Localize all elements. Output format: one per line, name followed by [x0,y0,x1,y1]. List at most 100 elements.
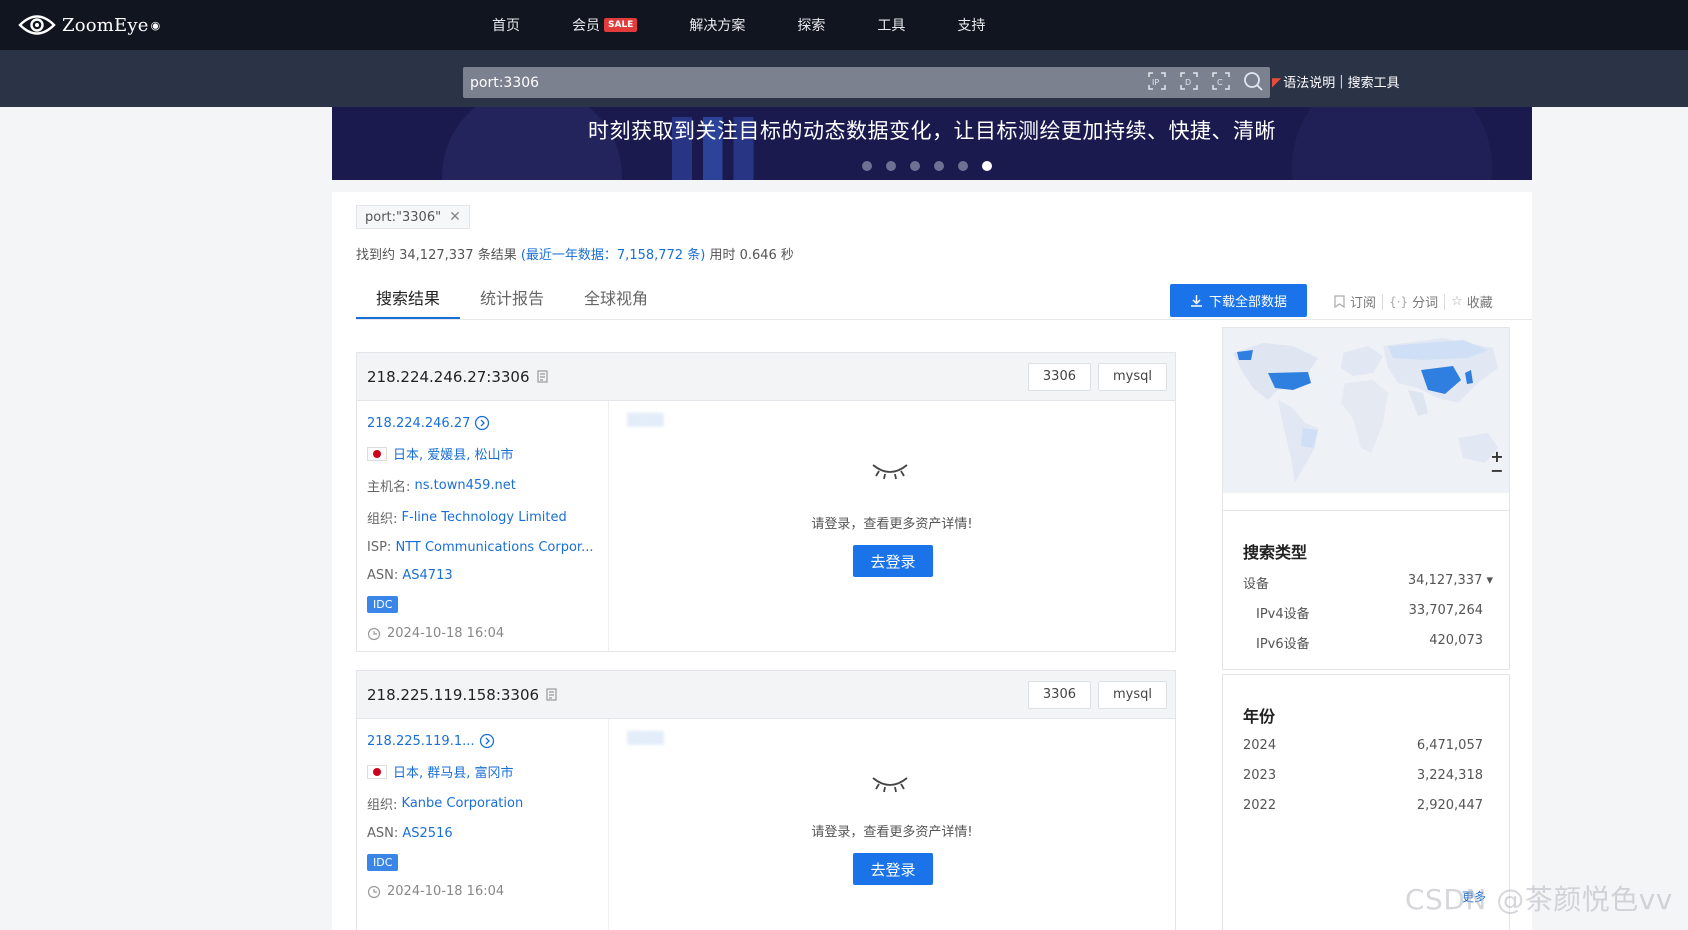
year-value: 6,471,057 [1416,738,1483,753]
search-icon[interactable] [1242,70,1264,92]
clock-icon [367,885,381,898]
sale-badge: SALE [604,18,638,32]
download-label: 下载全部数据 [1208,295,1287,310]
svg-text:C: C [1217,78,1223,87]
login-prompt: 请登录，查看更多资产详情! [811,517,973,532]
stat-row-device[interactable]: 设备 34,127,337 ▾ [1243,573,1493,592]
syntax-link[interactable]: 语法说明 [1283,72,1335,91]
search-tools-link[interactable]: 搜索工具 [1348,72,1400,91]
closed-eye-icon [872,777,908,793]
search-box: IP D C [463,67,1270,98]
nav-item-tools[interactable]: 工具 [877,15,905,35]
cert-search-icon[interactable]: C [1210,70,1232,92]
stat-label: 设备 [1243,577,1270,592]
service-tag[interactable]: mysql [1098,363,1167,391]
stat-row-ipv4[interactable]: IPv4设备 33,707,264 [1256,603,1483,622]
nav-item-explore[interactable]: 探索 [797,15,825,35]
carousel-dot[interactable] [910,161,920,171]
carousel-dot[interactable] [958,161,968,171]
stat-value: 33,707,264 [1408,603,1483,618]
nav-item-membership[interactable]: 会员 SALE [572,15,638,35]
login-prompt: 请登录，查看更多资产详情! [811,825,973,840]
eye-logo-icon [18,15,56,35]
login-button[interactable]: 去登录 [853,545,933,577]
result-title: 218.225.119.158:3306 [367,686,557,704]
stat-value: 420,073 [1429,633,1483,648]
hostname-link[interactable]: ns.town459.net [415,478,516,493]
result-info: 218.225.119.1... 日本, 群马县, 富冈市 组织: Kanbe … [357,719,609,930]
isp-row: ISP: NTT Communications Corpor... [367,540,598,555]
banner-carousel[interactable]: 时刻获取到关注目标的动态数据变化，让目标测绘更加持续、快捷、清晰 [332,107,1532,180]
recent-year-count[interactable]: (最近一年数据：7,158,772 条) [521,248,705,263]
close-icon[interactable]: ✕ [449,209,461,225]
world-map[interactable] [1223,328,1509,493]
hostname-row: 主机名: ns.town459.net [367,476,598,495]
carousel-dot[interactable] [886,161,896,171]
ip-link[interactable]: 218.224.246.27 [367,416,470,431]
idc-badge[interactable]: IDC [367,854,399,871]
asn-label: ASN: [367,826,399,841]
carousel-dot[interactable] [862,161,872,171]
domain-search-icon[interactable]: D [1178,70,1200,92]
result-tags: 3306 mysql [1027,363,1167,391]
tab-search-results[interactable]: 搜索结果 [356,282,461,320]
zoom-out-icon[interactable]: − [1490,463,1503,479]
stat-row-ipv6[interactable]: IPv6设备 420,073 [1256,633,1483,652]
badge-row: IDC [367,854,598,871]
org-link[interactable]: Kanbe Corporation [402,796,524,811]
tab-global-view[interactable]: 全球视角 [564,282,668,320]
asn-row: ASN: AS2516 [367,826,598,841]
asn-link[interactable]: AS4713 [402,568,452,583]
isp-link[interactable]: NTT Communications Corpor... [395,540,593,555]
update-time: 2024-10-18 16:04 [387,626,505,641]
tabs-divider [356,319,1532,320]
location-link[interactable]: 日本, 群马县, 富冈市 [393,762,514,781]
nav-label: 解决方案 [689,18,746,34]
nav-label: 支持 [957,18,986,34]
org-link[interactable]: F-line Technology Limited [402,510,567,525]
blurred-banner-label: ▒▒▒▒ [627,731,664,745]
update-time: 2024-10-18 16:04 [387,884,505,899]
nav-item-home[interactable]: 首页 [492,15,520,35]
ip-search-icon[interactable]: IP [1146,70,1168,92]
search-input[interactable] [470,67,1090,98]
copy-icon[interactable] [536,370,548,384]
year-row[interactable]: 2022 2,920,447 [1243,798,1483,813]
favorite-button[interactable]: ☆ 收藏 [1445,292,1499,311]
port-tag[interactable]: 3306 [1027,681,1091,709]
arrow-circle-icon[interactable] [479,733,495,749]
result-detail-locked: ▒▒▒▒ 请登录，查看更多资产详情! 去登录 [609,719,1175,930]
arrow-circle-icon[interactable] [474,415,490,431]
subscribe-button[interactable]: 订阅 [1327,292,1382,311]
download-all-button[interactable]: 下载全部数据 [1170,284,1307,317]
year-value: 3,224,318 [1416,768,1483,783]
service-tag[interactable]: mysql [1098,681,1167,709]
carousel-dot[interactable] [934,161,944,171]
year-row[interactable]: 2023 3,224,318 [1243,768,1483,783]
year-row[interactable]: 2024 6,471,057 [1243,738,1483,753]
logo[interactable]: ZoomEye ◉ [18,12,160,38]
blurred-banner-label: ▒▒▒▒ [627,413,664,427]
svg-text:IP: IP [1152,78,1159,87]
tokenize-button[interactable]: {·} 分词 [1383,292,1444,312]
bookmark-icon [1334,295,1345,308]
carousel-dot-active[interactable] [982,161,992,171]
tab-statistics-report[interactable]: 统计报告 [460,282,564,320]
asn-link[interactable]: AS2516 [402,826,452,841]
login-button[interactable]: 去登录 [853,853,933,885]
copy-icon[interactable] [545,688,557,702]
port-tag[interactable]: 3306 [1027,363,1091,391]
idc-badge[interactable]: IDC [367,596,399,613]
location-link[interactable]: 日本, 爱媛县, 松山市 [393,444,514,463]
logo-eye-icon: ◉ [150,18,161,32]
ip-link[interactable]: 218.225.119.1... [367,734,475,749]
result-card-header: 218.224.246.27:3306 3306 mysql [357,353,1175,401]
result-count: 找到约 34,127,337 条结果 [356,248,517,263]
year-label: 2022 [1243,798,1277,813]
nav-item-solutions[interactable]: 解决方案 [689,15,745,35]
nav-item-support[interactable]: 支持 [957,15,985,35]
result-address[interactable]: 218.224.246.27:3306 [367,368,530,386]
year-label: 2023 [1243,768,1277,783]
result-address[interactable]: 218.225.119.158:3306 [367,686,539,704]
filter-tag-label: port:"3306" [365,209,442,225]
